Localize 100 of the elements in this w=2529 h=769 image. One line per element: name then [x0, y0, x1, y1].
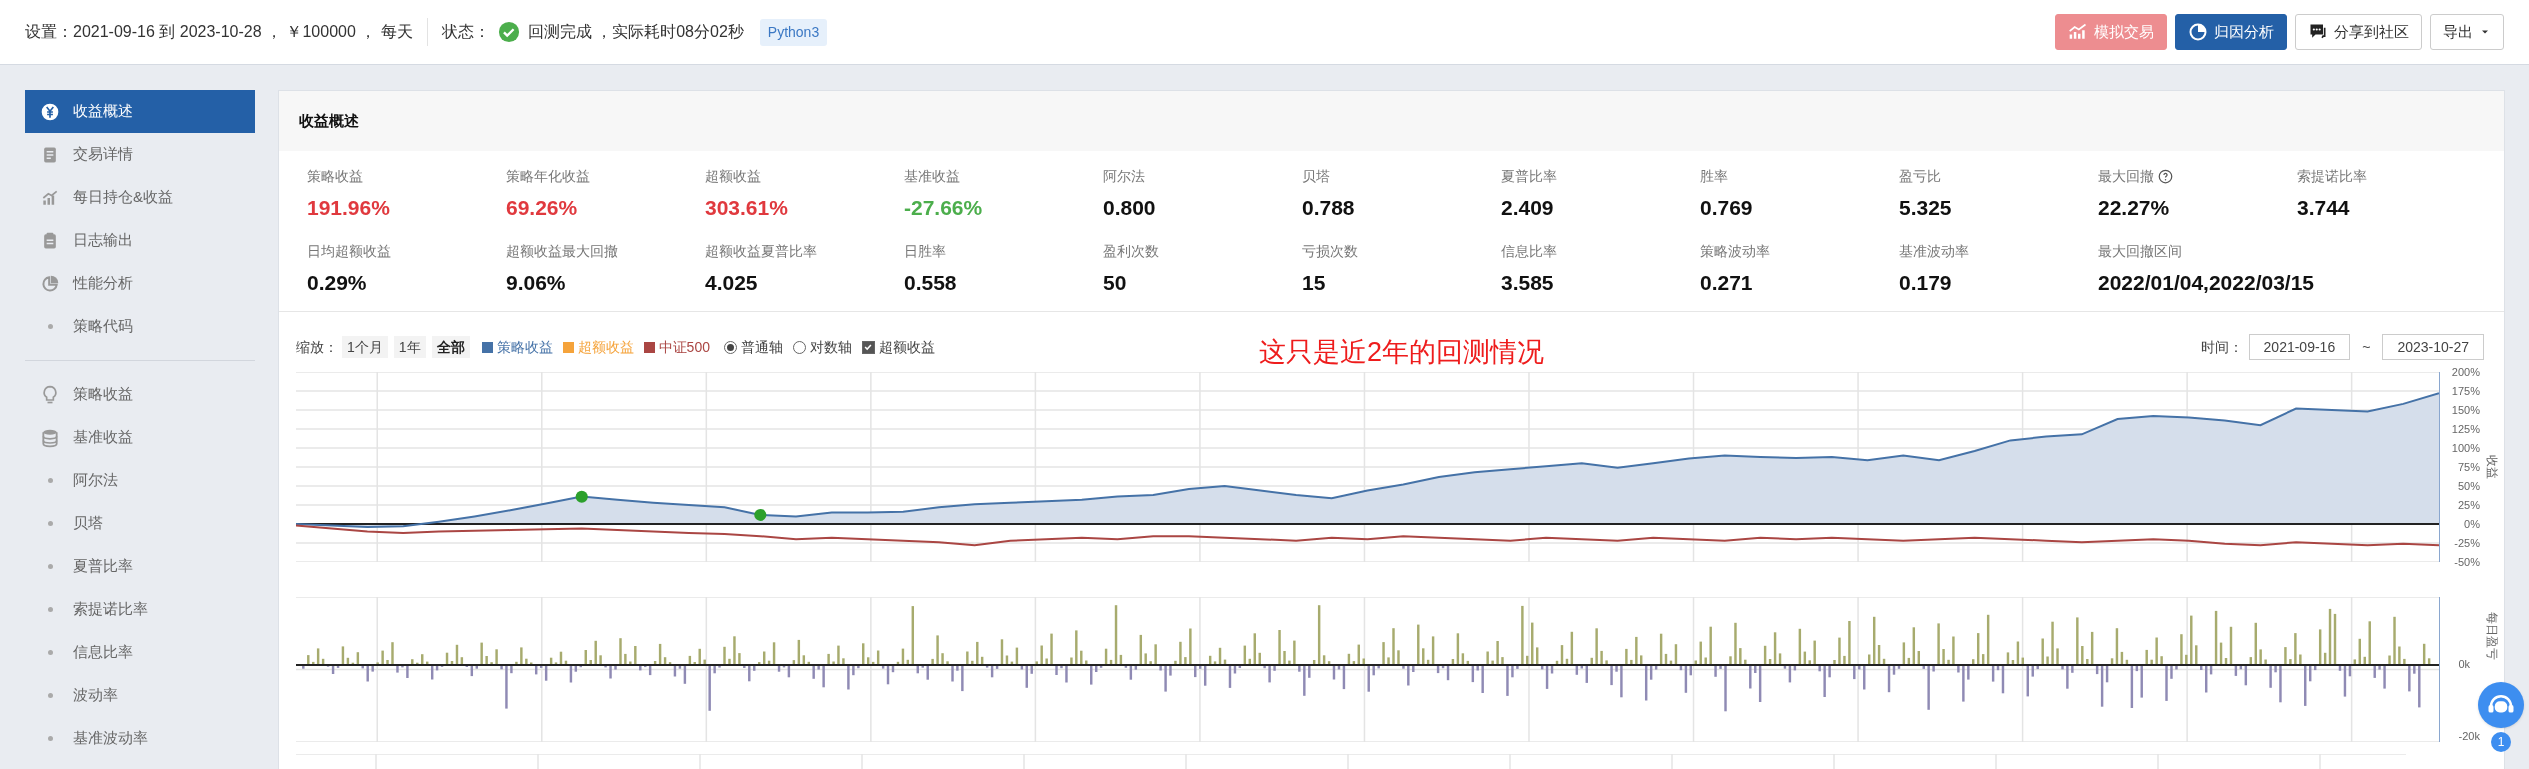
panel-title: 收益概述 [299, 110, 359, 131]
bullet-icon [47, 521, 53, 526]
sidebar-item[interactable]: 性能分析 [25, 262, 255, 305]
metric-value: 0.271 [1700, 270, 1753, 296]
time-label: 时间： [2200, 337, 2243, 357]
sidebar-item[interactable]: 基准收益 [25, 416, 255, 459]
settings-text: 设置：2021-09-16 到 2023-10-28 ， ￥100000 ， 每天 [25, 22, 413, 42]
metric-label: 胜率 [1700, 167, 1728, 186]
chart-icon [2068, 22, 2088, 42]
axis-tick-label: 0% [2464, 518, 2480, 530]
pie-chart-icon [2188, 22, 2208, 42]
share-button[interactable]: 分享到社区 [2295, 14, 2422, 50]
metric-value: 0.800 [1103, 195, 1156, 221]
axis-tick-label: -25% [2454, 537, 2480, 549]
zoom-label: 缩放： [296, 337, 338, 357]
metric-label: 夏普比率 [1501, 167, 1557, 186]
legend-label[interactable]: 中证500 [658, 336, 710, 358]
metric-value: 2.409 [1501, 195, 1554, 221]
checkbox[interactable] [861, 340, 875, 354]
marker-dot [575, 490, 588, 503]
bullet-icon [47, 564, 53, 569]
metric-value: -27.66% [904, 195, 983, 221]
metric-value: 191.96% [307, 195, 390, 221]
metric-value: 69.26% [506, 195, 578, 221]
sidebar-item[interactable]: 策略收益 [25, 373, 255, 416]
metric-label: 阿尔法 [1103, 167, 1145, 186]
attribution-button[interactable]: 归因分析 [2175, 14, 2287, 50]
bullet-icon [47, 693, 53, 698]
notification-badge: 1 [2491, 732, 2511, 752]
axis-tick-label: 100% [2451, 442, 2480, 454]
sidebar-item[interactable]: 夏普比率 [25, 545, 255, 588]
metric-value: 5.325 [1899, 195, 1952, 221]
sidebar-item[interactable]: 日志输出 [25, 219, 255, 262]
sidebar-item[interactable]: 每日持仓&收益 [25, 176, 255, 219]
radio-button[interactable] [723, 340, 737, 354]
axis-tick-label: 25% [2457, 499, 2480, 511]
axis-tick-label: 0k [2458, 659, 2470, 670]
metric-value: 0.29% [307, 270, 367, 296]
legend-label[interactable]: 策略收益 [496, 336, 553, 358]
metric-value: 9.06% [506, 270, 566, 296]
metric-label: 策略收益 [307, 167, 363, 186]
sidebar-item[interactable]: 收益概述 [25, 90, 255, 133]
zoom-button[interactable]: 1个月 [342, 336, 388, 358]
metric-label: 最大回撤 [2098, 167, 2154, 186]
radio-button[interactable] [792, 340, 806, 354]
sidebar-item[interactable]: 波动率 [25, 674, 255, 717]
help-icon [2158, 169, 2173, 184]
date-field[interactable]: 2023-10-27 [2382, 334, 2484, 360]
radio-label: 普通轴 [740, 337, 783, 357]
metric-label: 最大回撤区间 [2098, 242, 2182, 261]
date-separator: ~ [2362, 337, 2371, 357]
pie-chart-icon [40, 273, 60, 294]
sidebar-item[interactable]: 基准波动率 [25, 717, 255, 760]
yen-icon [40, 101, 60, 122]
metric-label: 日均超额收益 [307, 242, 391, 261]
metric-label: 超额收益最大回撤 [506, 242, 618, 261]
annotation-text: 这只是近2年的回测情况 [1259, 336, 1545, 369]
lightbulb-icon [40, 384, 60, 405]
bullet-icon [47, 478, 53, 483]
metric-value: 3.585 [1501, 270, 1554, 296]
bullet-icon [47, 650, 53, 655]
sidebar-item[interactable]: 索提诺比率 [25, 588, 255, 631]
axis-tick-label: 125% [2451, 423, 2480, 435]
metric-value: 0.179 [1899, 270, 1952, 296]
status-label: 状态： [441, 22, 490, 42]
database-icon [40, 427, 60, 448]
metric-label: 日胜率 [904, 242, 946, 261]
metric-label: 基准收益 [904, 167, 960, 186]
bullet-icon [47, 324, 53, 329]
check-icon [497, 21, 520, 43]
bullet-icon [47, 607, 53, 612]
sidebar-item[interactable]: 贝塔 [25, 502, 255, 545]
metric-label: 信息比率 [1501, 242, 1557, 261]
metric-value: 0.769 [1700, 195, 1753, 221]
metric-value: 15 [1302, 270, 1326, 296]
language-tag: Python3 [759, 18, 828, 46]
metric-label: 盈亏比 [1899, 167, 1941, 186]
axis-tick-label: 75% [2457, 461, 2480, 473]
axis-tick-label: 50% [2457, 480, 2480, 492]
bullet-icon [47, 736, 53, 741]
sidebar-item[interactable]: 交易详情 [25, 133, 255, 176]
metric-label: 超额收益 [705, 167, 761, 186]
axis-tick-label: 175% [2451, 385, 2480, 397]
date-field[interactable]: 2021-09-16 [2248, 334, 2351, 360]
zoom-button[interactable]: 1年 [393, 336, 426, 358]
zoom-button[interactable]: 全部 [431, 336, 470, 358]
axis-tick-label: 200% [2451, 366, 2480, 378]
metric-label: 索提诺比率 [2297, 167, 2367, 186]
axis-title: 每日盈亏 [2484, 612, 2500, 660]
metric-value: 50 [1103, 270, 1127, 296]
metric-value: 4.025 [705, 270, 758, 296]
sidebar-item[interactable]: 阿尔法 [25, 459, 255, 502]
chat-button[interactable] [2478, 682, 2524, 728]
checkbox-label: 超额收益 [878, 337, 935, 357]
metric-label: 亏损次数 [1302, 242, 1358, 261]
sidebar-item[interactable]: 信息比率 [25, 631, 255, 674]
metric-value: 0.788 [1302, 195, 1355, 221]
metric-label: 策略年化收益 [506, 167, 590, 186]
export-button[interactable]: 导出 [2430, 14, 2504, 50]
sidebar-item[interactable]: 策略代码 [25, 305, 255, 348]
